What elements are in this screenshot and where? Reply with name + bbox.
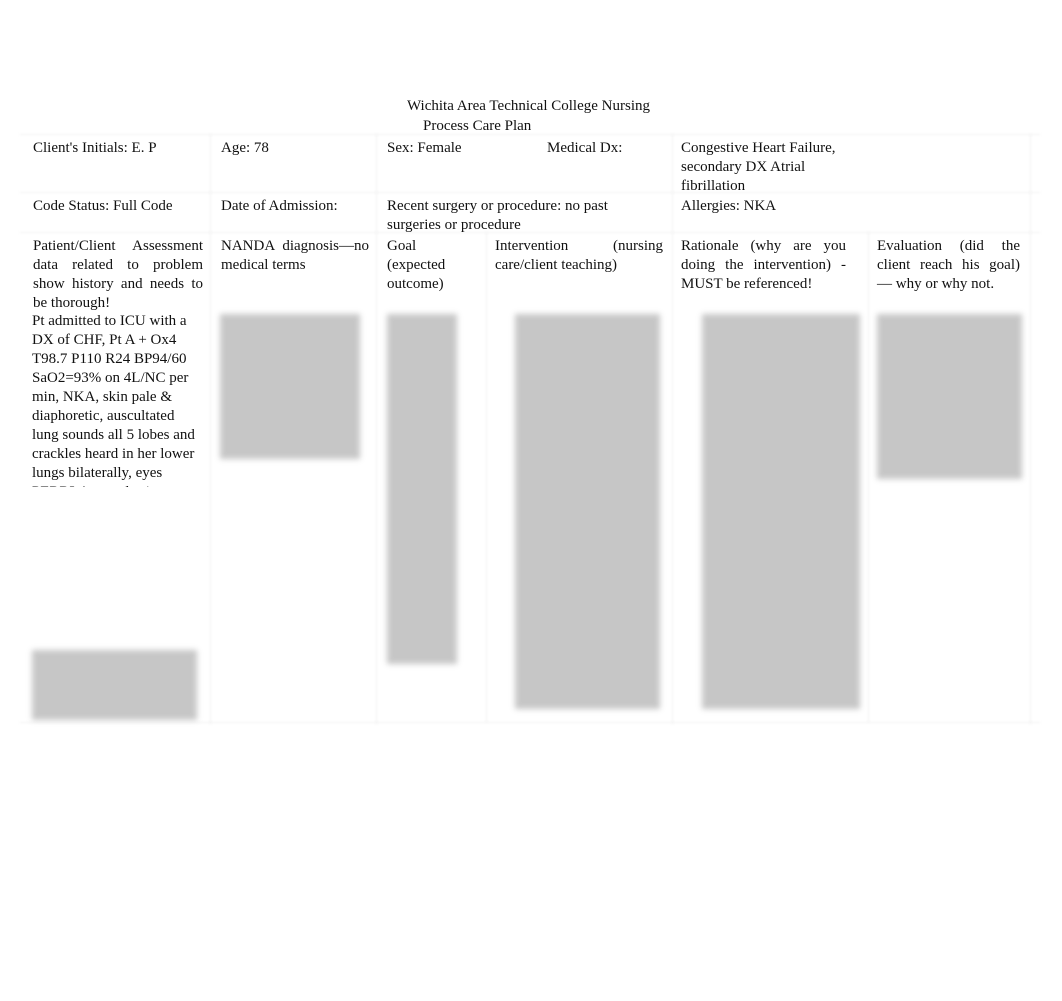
code-status: Code Status: Full Code xyxy=(33,198,173,214)
sex: Sex: Female xyxy=(387,140,462,156)
blurred-assessment-continued xyxy=(32,650,197,720)
title-line-1: Wichita Area Technical College Nursing xyxy=(407,98,650,114)
recent-surgery: Recent surgery or procedure: no past sur… xyxy=(387,198,608,233)
date-of-admission: Date of Admission: xyxy=(221,198,338,214)
blurred-goal xyxy=(387,314,457,664)
medical-dx-label: Medical Dx: xyxy=(547,140,623,156)
blurred-rationale xyxy=(702,314,860,709)
column-header-rationale: Rationale (why are you doing the interve… xyxy=(681,238,846,292)
blurred-nanda xyxy=(220,314,360,459)
blurred-evaluation xyxy=(877,314,1022,479)
care-plan-page: Wichita Area Technical College Nursing P… xyxy=(0,0,1062,1001)
column-header-evaluation: Evaluation (did the client reach his goa… xyxy=(877,238,1020,292)
assessment-text-visible: Pt admitted to ICU with a DX of CHF, Pt … xyxy=(32,312,204,487)
blurred-intervention xyxy=(515,314,660,709)
age: Age: 78 xyxy=(221,140,269,156)
medical-dx-value: Congestive Heart Failure, secondary DX A… xyxy=(681,140,836,194)
client-initials: Client's Initials: E. P xyxy=(33,140,157,156)
column-header-assessment: Patient/Client Assessment data related t… xyxy=(33,238,203,311)
column-header-intervention: Intervention (nursing care/client teachi… xyxy=(495,238,663,273)
column-header-nanda: NANDA diagnosis—no medical terms xyxy=(221,238,369,273)
assessment-text: Pt admitted to ICU with a DX of CHF, Pt … xyxy=(32,313,195,487)
allergies: Allergies: NKA xyxy=(681,198,777,214)
column-header-goal: Goal (expected outcome) xyxy=(387,238,446,292)
